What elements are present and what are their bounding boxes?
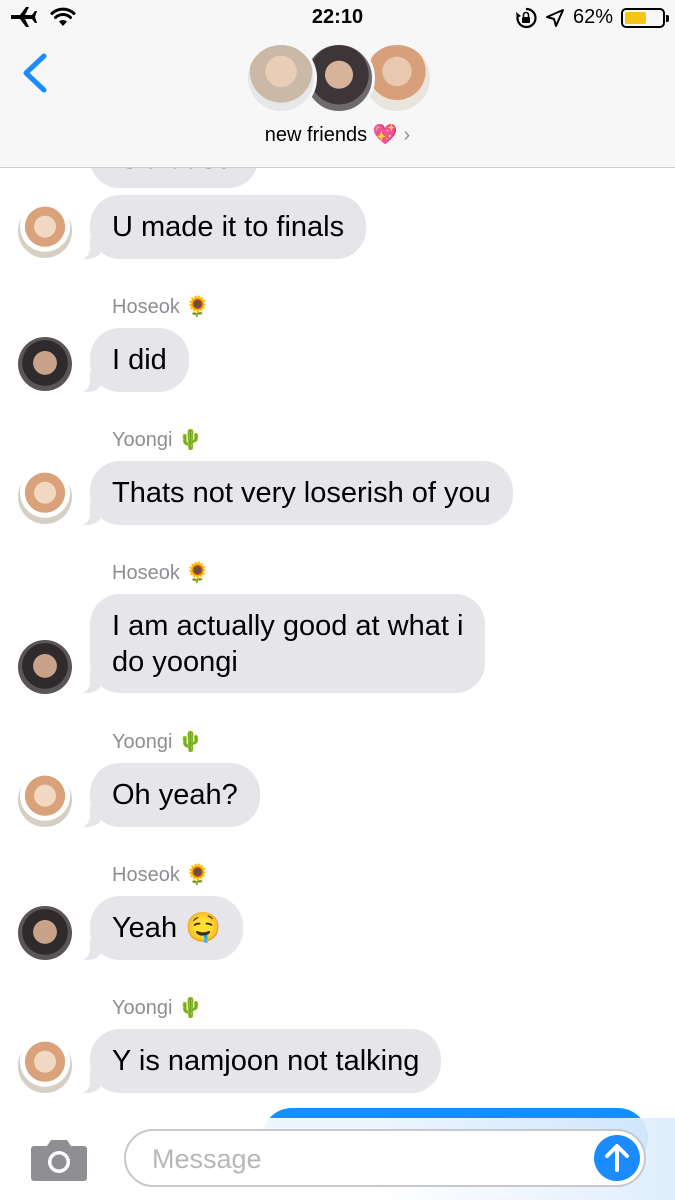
back-button[interactable] [18,50,54,96]
message-bubble[interactable]: U made it to finals [75,195,367,260]
chevron-right-icon: › [403,124,411,146]
battery-icon [621,7,669,28]
sender-name: Yoongi 🌵 [112,429,203,451]
battery-level [625,11,646,24]
group-name-button[interactable]: new friends 💖 › [0,122,675,147]
status-right: 62% [515,6,669,29]
message-input[interactable] [150,1139,574,1179]
avatar-hoseok[interactable] [18,906,72,960]
battery-percent: 62% [572,6,613,28]
camera-icon [31,1140,87,1181]
avatar-yoongi[interactable] [18,773,72,827]
message-text: Y is namjoon not talking [112,1045,420,1077]
message-text: Oh yeah? [112,779,238,811]
avatar-hoseok[interactable] [18,337,72,391]
message-text-line: do yoongi [112,646,238,678]
arrow-up-icon [605,1144,629,1172]
avatar-yoongi[interactable] [18,204,72,258]
message-text: U made it to finals [112,211,345,243]
message-bubble[interactable]: Yeah 🤤 [75,896,244,961]
message-bubble[interactable]: Thats not very loserish of you [76,461,513,526]
avatar-hoseok[interactable] [18,640,72,694]
status-bar: 22:10 62% [0,0,675,36]
conversation: is that so U made it to finals Hoseok 🌻 … [0,0,675,1200]
sender-name: Yoongi 🌵 [112,731,203,753]
message-text: Yeah 🤤 [112,912,222,944]
message-bubble[interactable]: Oh yeah? [76,763,260,828]
sender-name: Hoseok 🌻 [112,296,211,318]
chevron-left-icon [23,53,47,93]
avatar-yoongi[interactable] [18,1039,72,1093]
group-member-avatar [245,42,317,114]
message-field[interactable] [124,1129,646,1187]
send-button[interactable] [594,1135,640,1181]
message-text: I did [112,344,167,376]
group-name: new friends 💖 [264,124,398,146]
orientation-lock-icon [515,7,537,28]
imessage-screen: is that so U made it to finals Hoseok 🌻 … [0,0,675,1200]
compose-bar [0,1118,675,1200]
sender-name: Hoseok 🌻 [112,562,211,584]
message-text: Thats not very loserish of you [112,477,491,509]
location-arrow-icon [545,8,564,27]
message-bubble[interactable]: I am actually good at what i do yoongi [75,594,486,694]
group-avatar-stack[interactable] [245,42,435,118]
sender-name: Hoseok 🌻 [112,864,211,886]
sender-name: Yoongi 🌵 [112,997,203,1019]
message-text-line: I am actually good at what i [112,610,464,642]
avatar-yoongi[interactable] [18,470,72,524]
camera-button[interactable] [30,1136,88,1182]
message-bubble[interactable]: Y is namjoon not talking [75,1029,442,1094]
message-bubble[interactable]: I did [76,328,189,393]
